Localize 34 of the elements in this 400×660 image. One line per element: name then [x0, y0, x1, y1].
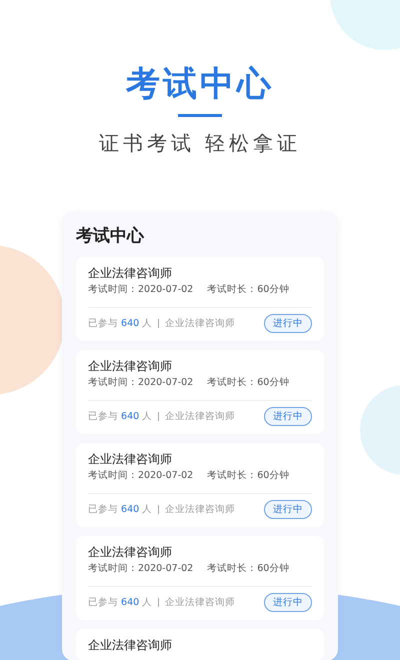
exam-card[interactable]: 企业法律咨询师: [76, 629, 324, 660]
exam-date: 考试时间：2020-07-02: [88, 376, 194, 390]
page-subtitle: 证书考试 轻松拿证: [98, 130, 302, 157]
exam-name: 企业法律咨询师: [88, 544, 173, 560]
exam-category: 企业法律咨询师: [165, 317, 236, 330]
title-underline: [178, 114, 222, 117]
status-tag: 进行中: [264, 314, 312, 333]
exam-name: 企业法律咨询师: [88, 358, 173, 374]
exam-duration: 考试时长：60分钟: [207, 562, 290, 576]
exam-category: 企业法律咨询师: [165, 503, 236, 516]
exam-date: 考试时间：2020-07-02: [88, 283, 194, 297]
exam-duration: 考试时长：60分钟: [207, 469, 290, 483]
exam-date: 考试时间：2020-07-02: [88, 562, 194, 576]
panel-title: 考试中心: [76, 225, 146, 247]
status-tag: 进行中: [264, 407, 312, 426]
exam-card[interactable]: 企业法律咨询师 考试时间：2020-07-02 考试时长：60分钟 已参与 640 人 企业法律咨询师 进行中: [76, 257, 324, 341]
exam-name: 企业法律咨询师: [88, 265, 173, 281]
exam-card[interactable]: 企业法律咨询师 考试时间：2020-07-02 考试时长：60分钟 已参与 640 人 企业法律咨询师 进行中: [76, 536, 324, 620]
exam-participants: 已参与 640 人: [88, 317, 152, 330]
status-tag: 进行中: [264, 500, 312, 519]
exam-participants: 已参与 640 人: [88, 410, 152, 423]
status-tag: 进行中: [264, 593, 312, 612]
exam-duration: 考试时长：60分钟: [207, 283, 290, 297]
exam-category: 企业法律咨询师: [165, 410, 236, 423]
exam-participants: 已参与 640 人: [88, 596, 152, 609]
exam-name: 企业法律咨询师: [88, 637, 173, 653]
exam-card[interactable]: 企业法律咨询师 考试时间：2020-07-02 考试时长：60分钟 已参与 640 人 企业法律咨询师 进行中: [76, 350, 324, 434]
exam-date: 考试时间：2020-07-02: [88, 469, 194, 483]
exam-participants: 已参与 640 人: [88, 503, 152, 516]
exam-name: 企业法律咨询师: [88, 451, 173, 467]
exam-category: 企业法律咨询师: [165, 596, 236, 609]
page-title: 考试中心: [126, 63, 274, 106]
exam-card[interactable]: 企业法律咨询师 考试时间：2020-07-02 考试时长：60分钟 已参与 640 人 企业法律咨询师 进行中: [76, 443, 324, 527]
exam-duration: 考试时长：60分钟: [207, 376, 290, 390]
